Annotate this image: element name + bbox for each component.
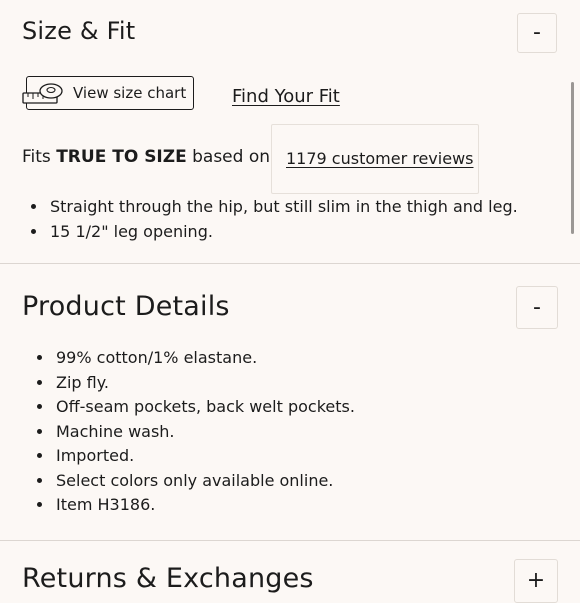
list-item: Off-seam pockets, back welt pockets.: [54, 395, 355, 420]
returns-section: Returns & Exchanges +: [0, 541, 580, 603]
list-item: Item H3186.: [54, 493, 355, 518]
view-size-chart-button[interactable]: View size chart: [22, 76, 194, 110]
list-item: 15 1/2" leg opening.: [48, 220, 518, 245]
size-fit-collapse-button[interactable]: -: [517, 13, 557, 53]
product-details-title: Product Details: [22, 291, 230, 322]
find-your-fit-link[interactable]: Find Your Fit: [232, 86, 340, 107]
list-item: Zip fly.: [54, 371, 355, 396]
returns-title: Returns & Exchanges: [22, 563, 314, 594]
customer-reviews-link[interactable]: 1179 customer reviews: [286, 149, 473, 168]
product-details-section: Product Details - 99% cotton/1% elastane…: [0, 264, 580, 540]
view-size-chart-label: View size chart: [73, 84, 187, 102]
size-fit-title: Size & Fit: [22, 17, 136, 45]
fits-suffix: based on: [192, 147, 271, 167]
product-details-collapse-button[interactable]: -: [516, 286, 558, 329]
fit-summary: Fits TRUE TO SIZE based on: [22, 147, 270, 167]
list-item: Machine wash.: [54, 420, 355, 445]
fits-prefix: Fits: [22, 147, 51, 167]
fit-value: TRUE TO SIZE: [56, 147, 187, 167]
list-item: 99% cotton/1% elastane.: [54, 346, 355, 371]
list-item: Select colors only available online.: [54, 469, 355, 494]
list-item: Imported.: [54, 444, 355, 469]
product-details-list: 99% cotton/1% elastane. Zip fly. Off-sea…: [36, 346, 355, 518]
reviews-link-container: 1179 customer reviews: [271, 124, 479, 194]
size-fit-list: Straight through the hip, but still slim…: [30, 195, 518, 244]
size-fit-section: Size & Fit - View size chart Find Your F…: [0, 0, 580, 263]
scrollbar[interactable]: [571, 82, 574, 234]
returns-expand-button[interactable]: +: [514, 559, 558, 603]
list-item: Straight through the hip, but still slim…: [48, 195, 518, 220]
measuring-tape-icon: [22, 83, 63, 104]
